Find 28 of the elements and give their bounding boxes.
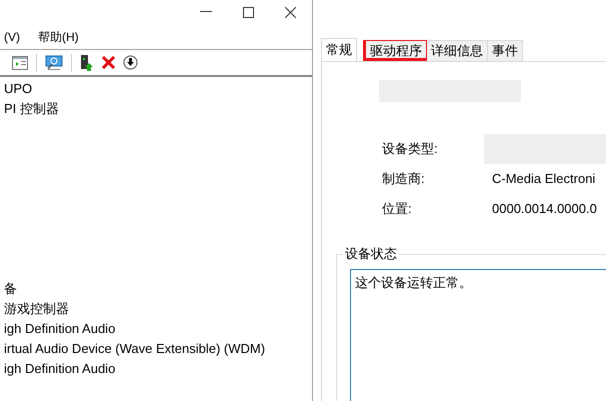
property-value: C-Media Electroni	[492, 170, 596, 188]
property-label: 制造商:	[382, 170, 426, 188]
tree-item[interactable]: UPO	[0, 79, 312, 99]
tree-item[interactable]: PI 控制器	[0, 99, 312, 119]
tab[interactable]: 常规	[321, 38, 357, 62]
maximize-icon[interactable]	[243, 6, 254, 18]
close-icon[interactable]	[285, 6, 296, 18]
minimize-icon[interactable]	[200, 11, 212, 13]
property-value: 0000.0014.0000.0	[492, 200, 597, 218]
tree-item[interactable]: 游戏控制器	[0, 299, 312, 319]
tree-item[interactable]: 备	[0, 279, 312, 299]
tree-item[interactable]: igh Definition Audio	[0, 319, 312, 339]
tab[interactable]: 事件	[488, 40, 523, 61]
monitor-search-icon[interactable]	[45, 54, 63, 70]
tree-item[interactable]: igh Definition Audio	[0, 359, 312, 379]
device-update-icon[interactable]	[80, 54, 94, 70]
group-title: 设备状态	[343, 245, 399, 263]
menu-item[interactable]: 帮助(H)	[38, 28, 79, 46]
window-icon[interactable]	[12, 56, 28, 70]
tab[interactable]: 详细信息	[427, 40, 488, 61]
delete-icon[interactable]	[102, 56, 115, 69]
tab[interactable]: 驱动程序	[363, 40, 427, 61]
download-circle-icon[interactable]	[123, 55, 138, 70]
menu-item[interactable]: (V)	[4, 28, 20, 46]
property-label: 位置:	[382, 200, 413, 218]
property-label: 设备类型:	[382, 140, 439, 158]
tree-item[interactable]: irtual Audio Device (Wave Extensible) (WDM)	[0, 339, 312, 359]
status-text-box[interactable]: 这个设备运转正常。	[350, 269, 606, 401]
